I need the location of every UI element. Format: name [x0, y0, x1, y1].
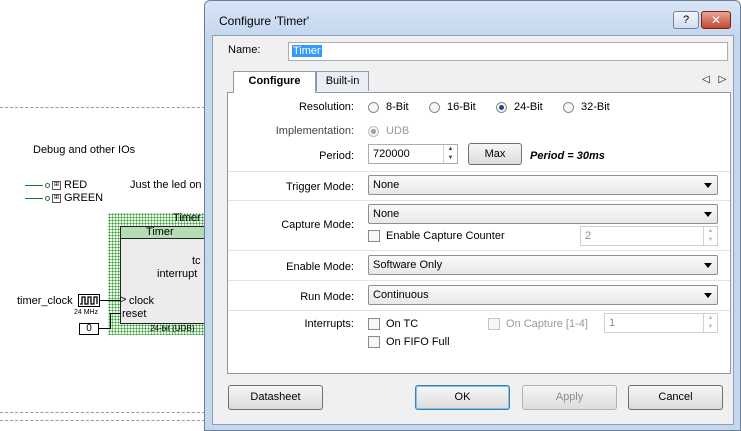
resolution-16bit[interactable]: 16-Bit	[429, 101, 476, 113]
spin-arrows-icon: ▲ ▼	[703, 314, 717, 332]
radio-icon	[429, 101, 440, 113]
resolution-label: Resolution:	[298, 101, 354, 113]
spin-arrows-icon: ▲ ▼	[703, 227, 717, 245]
interrupts-label: Interrupts:	[304, 318, 354, 330]
resolution-8bit[interactable]: 8-Bit	[368, 101, 409, 113]
run-mode-label: Run Mode:	[300, 291, 354, 303]
run-mode-select[interactable]: Continuous	[368, 285, 718, 305]
dialog-client: Name: Timer Configure Built-in ◁ ▷ Resol…	[212, 35, 734, 425]
name-input[interactable]: Timer	[288, 42, 728, 61]
checkbox-icon	[368, 318, 380, 330]
period-note: Period = 30ms	[530, 150, 605, 162]
close-button[interactable]: ✕	[701, 11, 731, 29]
ok-button[interactable]: OK	[415, 385, 510, 410]
reset-wire-h	[110, 313, 121, 314]
resolution-32bit[interactable]: 32-Bit	[563, 101, 610, 113]
pin-red[interactable]: ⊞ RED	[25, 179, 87, 191]
terminal-interrupt: interrupt	[157, 268, 198, 280]
trigger-mode-label: Trigger Mode:	[285, 181, 354, 193]
chevron-down-icon	[704, 212, 712, 217]
enable-capture-counter-checkbox[interactable]: Enable Capture Counter	[368, 230, 505, 242]
clock-frequency: 24 MHz	[74, 309, 99, 316]
terminal-clock: clock	[129, 295, 155, 307]
checkbox-icon	[368, 230, 380, 242]
component-title: Timer	[173, 212, 201, 224]
enable-mode-label: Enable Mode:	[286, 261, 354, 273]
clock-source-label: timer_clock	[17, 295, 73, 307]
apply-button[interactable]: Apply	[522, 385, 617, 410]
tab-scroll-arrows-icon[interactable]: ◁ ▷	[702, 74, 729, 85]
max-button[interactable]: Max	[468, 143, 522, 165]
sheet-border-bottom-2	[0, 420, 210, 421]
separator	[228, 171, 730, 172]
terminal-tc: tc	[192, 255, 201, 267]
pin-green[interactable]: ⊞ GREEN	[25, 192, 103, 204]
checkbox-icon	[488, 318, 500, 330]
pin-icon: ⊞	[52, 180, 61, 190]
reset-constant[interactable]: 0	[79, 323, 99, 335]
chevron-down-icon	[704, 293, 712, 298]
checkbox-icon	[368, 336, 380, 348]
spin-arrows-icon[interactable]: ▲ ▼	[443, 145, 457, 163]
period-input[interactable]: 720000 ▲ ▼	[368, 144, 458, 164]
implementation-label: Implementation:	[275, 125, 354, 137]
radio-selected-icon	[496, 101, 507, 113]
clock-waveform-icon[interactable]	[78, 294, 100, 307]
chevron-down-icon	[704, 263, 712, 268]
cancel-button[interactable]: Cancel	[628, 385, 723, 410]
separator	[228, 310, 730, 311]
pin-icon: ⊞	[52, 193, 61, 203]
interrupt-on-tc-checkbox[interactable]: On TC	[368, 318, 418, 330]
separator	[228, 280, 730, 281]
resolution-24bit[interactable]: 24-Bit	[496, 101, 543, 113]
enable-mode-select[interactable]: Software Only	[368, 255, 718, 275]
reset-wire-v	[110, 313, 111, 329]
dialog-title: Configure 'Timer'	[219, 14, 310, 28]
chevron-down-icon	[704, 183, 712, 188]
implementation-note: 24-bit (UDB)	[150, 324, 195, 333]
interrupt-on-capture-checkbox: On Capture [1-4]	[488, 318, 588, 330]
led-note: Just the led on	[130, 179, 202, 191]
radio-selected-icon	[368, 125, 379, 137]
radio-icon	[563, 101, 574, 113]
tab-built-in[interactable]: Built-in	[316, 71, 369, 91]
capture-mode-label: Capture Mode:	[281, 219, 354, 231]
trigger-mode-select[interactable]: None	[368, 175, 718, 195]
period-label: Period:	[319, 150, 354, 162]
name-label: Name:	[228, 44, 261, 56]
configure-dialog: Configure 'Timer' ? ✕ Name: Timer Config…	[204, 0, 741, 431]
sheet-border-top	[0, 107, 210, 108]
capture-counter-input: 2 ▲ ▼	[580, 226, 718, 246]
implementation-udb: UDB	[368, 125, 409, 137]
capture-count-input: 1 ▲ ▼	[604, 313, 718, 333]
component-header: Timer	[120, 226, 208, 239]
datasheet-button[interactable]: Datasheet	[228, 385, 323, 410]
interrupt-on-fifo-full-checkbox[interactable]: On FIFO Full	[368, 336, 450, 348]
sheet-border-bottom	[0, 412, 210, 413]
radio-icon	[368, 101, 379, 113]
separator	[228, 250, 730, 251]
clock-wire	[100, 300, 121, 301]
separator	[228, 200, 730, 201]
terminal-reset: reset	[122, 308, 147, 320]
tab-configure[interactable]: Configure	[233, 71, 316, 93]
capture-mode-select[interactable]: None	[368, 204, 718, 224]
help-button[interactable]: ?	[673, 11, 699, 29]
reset-wire-h2	[99, 328, 111, 329]
configure-panel: Resolution: 8-Bit 16-Bit 24-Bit 32-Bit I…	[227, 92, 731, 374]
section-label: Debug and other IOs	[33, 144, 136, 156]
